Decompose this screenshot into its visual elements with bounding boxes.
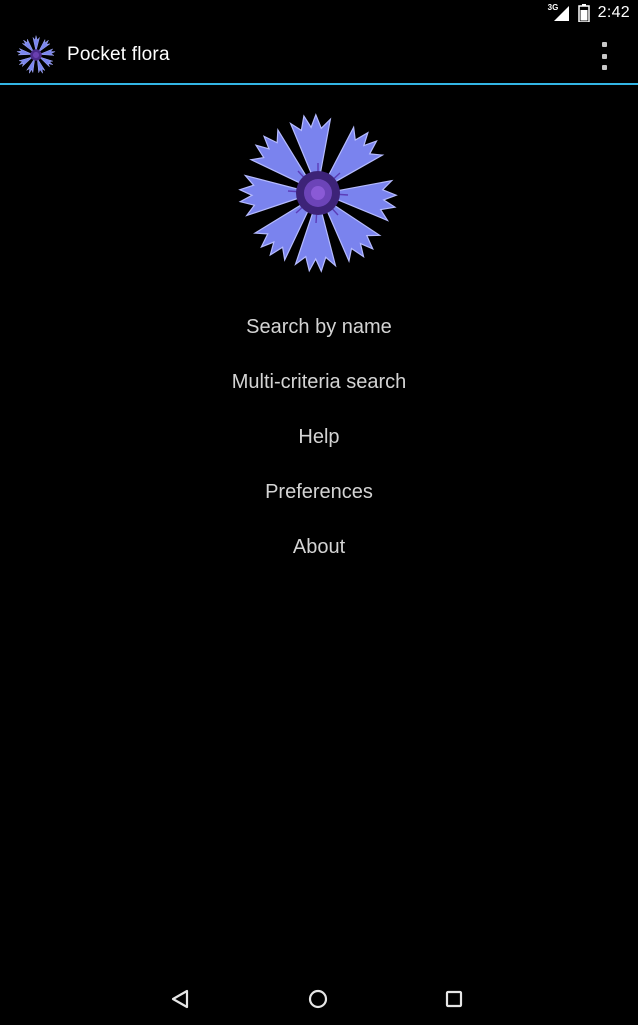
recents-icon[interactable] — [440, 985, 468, 1013]
screen: 3G 2:42 Pocket flora Search by name Mult… — [0, 0, 638, 1025]
overflow-dot — [601, 65, 607, 70]
status-time: 2:42 — [597, 4, 630, 21]
menu-item-multi-criteria-search[interactable]: Multi-criteria search — [202, 355, 436, 410]
overflow-menu-icon[interactable] — [594, 42, 614, 70]
overflow-dot — [601, 53, 607, 59]
navigation-bar — [0, 973, 638, 1025]
menu-item-about[interactable]: About — [263, 520, 375, 575]
menu-item-help[interactable]: Help — [268, 410, 369, 465]
signal-icon: 3G — [548, 3, 570, 22]
menu-item-preferences[interactable]: Preferences — [235, 465, 403, 520]
cornflower-image — [238, 113, 398, 273]
back-icon[interactable] — [166, 985, 194, 1013]
app-title: Pocket flora — [67, 44, 170, 65]
action-bar-divider — [0, 83, 638, 85]
overflow-dot — [601, 42, 607, 47]
action-bar: Pocket flora — [0, 26, 638, 84]
battery-icon — [577, 4, 590, 22]
main-menu: Search by name Multi-criteria search Hel… — [0, 300, 638, 575]
menu-item-search-by-name[interactable]: Search by name — [216, 300, 422, 355]
status-bar: 3G 2:42 — [0, 0, 638, 26]
home-icon[interactable] — [304, 985, 332, 1013]
cornflower-icon[interactable] — [14, 33, 58, 77]
